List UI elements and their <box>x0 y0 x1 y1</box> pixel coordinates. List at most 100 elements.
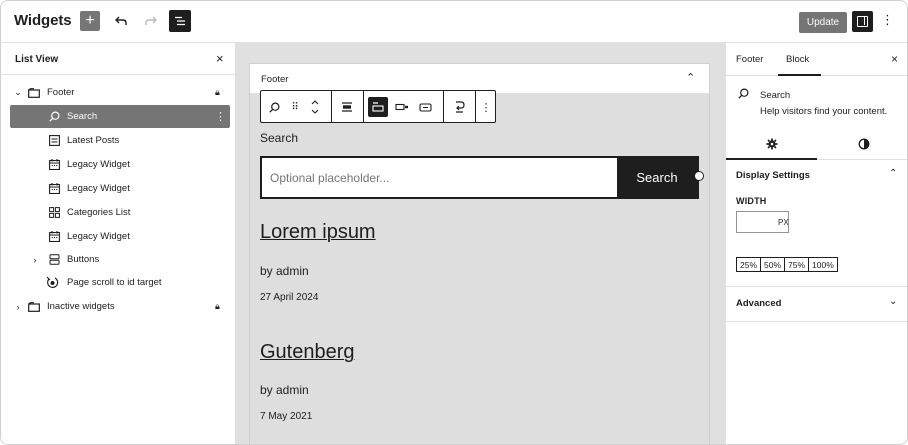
width-preset-100[interactable]: 100% <box>809 258 837 271</box>
widget-area-title: Footer <box>261 74 289 85</box>
active-tab-indicator <box>778 74 821 76</box>
section-divider <box>726 286 907 287</box>
block-card-title: Search <box>760 90 791 101</box>
block-toolbar: ⠿ ⋮ <box>260 90 496 123</box>
widget-area-icon <box>27 300 41 314</box>
chevron-right-icon[interactable]: › <box>13 302 23 312</box>
width-field: PX <box>736 211 789 233</box>
list-item-inactive-widgets[interactable]: › Inactive widgets 🔒︎ <box>10 295 230 318</box>
search-input[interactable] <box>262 158 617 197</box>
drag-handle-icon[interactable]: ⠿ <box>289 98 301 116</box>
editor-canvas: Footer ⌃ ⠿ ⋮ Search Optional placeholder… <box>236 43 725 444</box>
section-divider <box>726 321 907 322</box>
target-icon <box>45 276 59 290</box>
inspector-tabs: Footer Block × <box>726 43 907 76</box>
close-icon[interactable]: × <box>216 51 224 66</box>
vertical-ellipsis-icon[interactable]: ⋮ <box>881 12 894 28</box>
post-date: 27 April 2024 <box>260 292 319 303</box>
chevron-up-icon[interactable]: ⌃ <box>889 168 897 179</box>
chevron-down-icon[interactable]: ⌄ <box>13 87 23 98</box>
search-block-label[interactable]: Search <box>260 131 298 145</box>
width-label: WIDTH <box>736 196 767 206</box>
list-item-label: Categories List <box>67 207 131 218</box>
chevron-up-icon[interactable]: ⌃ <box>686 71 695 84</box>
post-title-link[interactable]: Lorem ipsum <box>260 221 376 244</box>
link-transform-icon[interactable] <box>451 98 467 116</box>
block-inspector: Footer Block × Search Help visitors find… <box>725 43 907 444</box>
list-item-legacy-widget[interactable]: Legacy Widget <box>10 153 230 176</box>
post-author: by admin <box>260 264 309 278</box>
list-item-label: Page scroll to id target <box>67 277 162 288</box>
list-item-page-scroll-target[interactable]: Page scroll to id target <box>10 271 230 294</box>
categories-icon <box>47 206 61 220</box>
calendar-icon <box>47 158 61 172</box>
align-icon[interactable] <box>339 98 355 116</box>
list-item-label: Search <box>67 111 98 122</box>
page-title: Widgets <box>14 12 72 29</box>
calendar-icon <box>47 182 61 196</box>
post-title-link[interactable]: Gutenberg <box>260 341 355 364</box>
lock-icon: 🔒︎ <box>215 301 220 311</box>
plus-icon[interactable]: + <box>80 11 100 31</box>
width-presets: 25% 50% 75% 100% <box>736 257 838 272</box>
chevron-down-icon[interactable]: ⌄ <box>889 296 897 307</box>
advanced-title[interactable]: Advanced <box>736 298 781 309</box>
list-item-label: Legacy Widget <box>67 231 130 242</box>
toolbar-divider <box>363 91 364 122</box>
list-item-footer[interactable]: ⌄ Footer 🔒︎ <box>10 81 230 104</box>
move-up-down-icon[interactable] <box>309 95 321 119</box>
block-options-icon[interactable]: ⋮ <box>215 110 226 123</box>
active-subtab-indicator <box>726 158 817 160</box>
tab-footer[interactable]: Footer <box>736 54 763 65</box>
lock-icon: 🔒︎ <box>215 87 220 97</box>
toolbar-divider <box>475 91 476 122</box>
list-item-buttons[interactable]: › Buttons <box>10 248 230 271</box>
post-author: by admin <box>260 383 309 397</box>
settings-gear-icon[interactable] <box>766 138 778 153</box>
styles-half-circle-icon[interactable] <box>858 138 870 153</box>
width-unit[interactable]: PX <box>778 218 789 227</box>
width-input[interactable] <box>739 214 773 230</box>
post-list-icon <box>47 134 61 148</box>
list-item-label: Legacy Widget <box>67 159 130 170</box>
list-view-icon[interactable] <box>169 10 191 32</box>
chevron-right-icon[interactable]: › <box>30 255 40 265</box>
update-button[interactable]: Update <box>799 12 847 33</box>
list-item-label: Footer <box>47 87 75 98</box>
display-settings-title[interactable]: Display Settings <box>736 170 810 181</box>
list-item-latest-posts[interactable]: Latest Posts <box>10 129 230 152</box>
resize-handle[interactable] <box>694 171 704 181</box>
list-item-label: Inactive widgets <box>47 301 115 312</box>
list-item-categories-list[interactable]: Categories List <box>10 201 230 224</box>
tab-block[interactable]: Block <box>786 54 809 65</box>
list-item-legacy-widget[interactable]: Legacy Widget <box>10 225 230 248</box>
redo-icon[interactable] <box>141 11 161 31</box>
widget-area-icon <box>27 86 41 100</box>
width-preset-25[interactable]: 25% <box>737 258 762 271</box>
post-date: 7 May 2021 <box>260 411 313 422</box>
search-icon[interactable] <box>267 98 281 116</box>
list-view-panel: List View × ⌄ Footer 🔒︎ Search ⋮ Latest <box>1 43 236 444</box>
undo-icon[interactable] <box>111 11 131 31</box>
sidebar-toggle-icon[interactable] <box>852 11 873 32</box>
button-position-icon[interactable] <box>394 98 410 116</box>
top-toolbar: Widgets + Update ⋮ <box>1 1 907 43</box>
width-preset-75[interactable]: 75% <box>785 258 810 271</box>
list-item-legacy-widget[interactable]: Legacy Widget <box>10 177 230 200</box>
app-window: Widgets + Update ⋮ List View × ⌄ Footer … <box>0 0 908 445</box>
label-toggle-icon[interactable] <box>368 97 388 117</box>
toolbar-divider <box>331 91 332 122</box>
width-preset-50[interactable]: 50% <box>761 258 786 271</box>
vertical-ellipsis-icon[interactable]: ⋮ <box>480 98 492 116</box>
close-icon[interactable]: × <box>891 52 898 66</box>
list-view-header: List View × <box>1 43 235 75</box>
buttons-icon <box>47 253 61 267</box>
block-card-description: Help visitors find your content. <box>760 106 888 117</box>
button-icon-toggle-icon[interactable] <box>417 98 433 116</box>
list-item-search[interactable]: Search ⋮ <box>10 105 230 128</box>
inspector-subtabs <box>726 132 907 160</box>
list-item-label: Latest Posts <box>67 135 120 146</box>
search-icon <box>47 110 61 124</box>
search-button[interactable]: Search <box>617 158 697 197</box>
calendar-icon <box>47 230 61 244</box>
